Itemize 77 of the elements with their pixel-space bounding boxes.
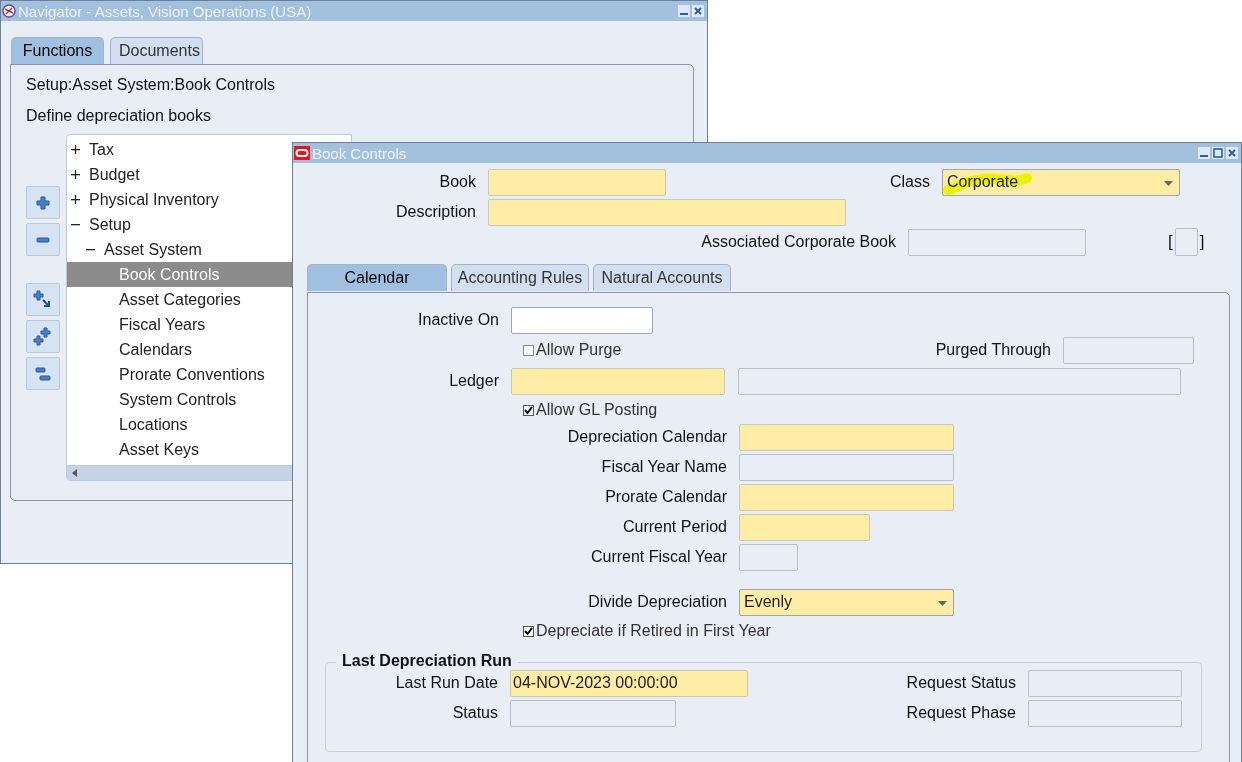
- function-path: Setup:Asset System:Book Controls: [26, 75, 276, 95]
- status-field[interactable]: [510, 699, 676, 727]
- close-icon[interactable]: [692, 5, 704, 17]
- plus-arrow-icon: [33, 289, 53, 310]
- logo-icon: [294, 146, 310, 160]
- tree-item[interactable]: Budget: [67, 162, 351, 187]
- window-title: Book Controls: [312, 144, 407, 162]
- tree-item[interactable]: Setup: [67, 212, 351, 237]
- double-plus-icon: [33, 326, 53, 347]
- bracket: [: [1167, 232, 1174, 252]
- description-field[interactable]: [488, 198, 846, 226]
- checkbox[interactable]: [523, 344, 534, 356]
- checkbox-label: Allow Purge: [536, 341, 622, 359]
- input-field[interactable]: [739, 453, 954, 481]
- function-description: Define depreciation books: [26, 106, 212, 126]
- purged-through-field[interactable]: [1063, 336, 1194, 364]
- group-title: Last Depreciation Run: [336, 652, 518, 670]
- field-label: Request Status: [906, 674, 1017, 692]
- tree-item[interactable]: Asset System: [67, 237, 351, 262]
- request-status-field[interactable]: [1028, 669, 1182, 697]
- associated-book-field[interactable]: [908, 228, 1086, 256]
- field-label: Divide Depreciation: [587, 593, 728, 611]
- divide-depreciation-dropdown[interactable]: Evenly: [739, 588, 954, 616]
- field-label: Last Run Date: [394, 674, 499, 692]
- minimize-icon[interactable]: [1198, 147, 1210, 159]
- request-phase-field[interactable]: [1028, 699, 1182, 727]
- collapse-button[interactable]: [26, 223, 60, 256]
- left-arrow-icon[interactable]: [71, 469, 79, 477]
- plus-icon[interactable]: [71, 170, 80, 179]
- minimize-icon[interactable]: [678, 5, 690, 17]
- expand-button[interactable]: [26, 186, 60, 219]
- checkbox-label: Allow GL Posting: [536, 401, 658, 419]
- input-field[interactable]: [739, 423, 954, 451]
- field-label: Book: [438, 173, 477, 191]
- field-label: Ledger: [448, 372, 500, 390]
- input-field[interactable]: [739, 543, 798, 571]
- checkbox-label: Depreciate if Retired in First Year: [536, 622, 771, 640]
- input-field[interactable]: [739, 513, 870, 541]
- bracket: ]: [1198, 232, 1206, 252]
- plus-icon[interactable]: [71, 145, 80, 154]
- book-field[interactable]: [488, 168, 666, 196]
- field-label: Description: [394, 203, 477, 221]
- tab[interactable]: Accounting Rules: [451, 264, 589, 291]
- field-label: Associated Corporate Book: [700, 233, 897, 251]
- tab[interactable]: Documents: [110, 37, 203, 64]
- app-icon: [2, 4, 16, 18]
- flexfield-box[interactable]: [1174, 228, 1198, 256]
- field-label: Purged Through: [935, 341, 1052, 359]
- expand-all-button[interactable]: [26, 320, 60, 353]
- plus-icon: [36, 195, 50, 210]
- field-label: Depreciation Calendar: [566, 428, 728, 446]
- maximize-icon[interactable]: [1212, 147, 1224, 159]
- expand-branch-button[interactable]: [26, 283, 60, 316]
- ledger-field[interactable]: [511, 367, 725, 395]
- tab[interactable]: Functions: [11, 37, 104, 64]
- field-label: Status: [451, 704, 499, 722]
- collapse-all-button[interactable]: [26, 357, 60, 390]
- tree-item[interactable]: Physical Inventory: [67, 187, 351, 212]
- checkbox[interactable]: [523, 404, 534, 416]
- field-label: Fiscal Year Name: [600, 458, 728, 476]
- field-label: Current Fiscal Year: [589, 548, 728, 566]
- last-run-date-field[interactable]: 04-NOV-2023 00:00:00: [510, 669, 748, 697]
- window-title: Navigator - Assets, Vision Operations (USA): [18, 2, 312, 20]
- field-label: Prorate Calendar: [604, 488, 728, 506]
- field-label: Request Phase: [906, 704, 1017, 722]
- plus-icon[interactable]: [71, 195, 80, 204]
- tab[interactable]: Natural Accounts: [593, 264, 731, 291]
- tab[interactable]: Calendar: [307, 264, 447, 291]
- caret-icon: [1164, 180, 1173, 187]
- close-icon[interactable]: [1226, 147, 1238, 159]
- field-label: Current Period: [621, 518, 728, 536]
- ledger-name-field[interactable]: [738, 367, 1181, 395]
- checkbox[interactable]: [523, 625, 534, 637]
- field-label: Class: [889, 173, 931, 191]
- input-field[interactable]: [739, 483, 954, 511]
- caret-icon: [938, 600, 947, 607]
- field-label: Inactive On: [417, 311, 500, 329]
